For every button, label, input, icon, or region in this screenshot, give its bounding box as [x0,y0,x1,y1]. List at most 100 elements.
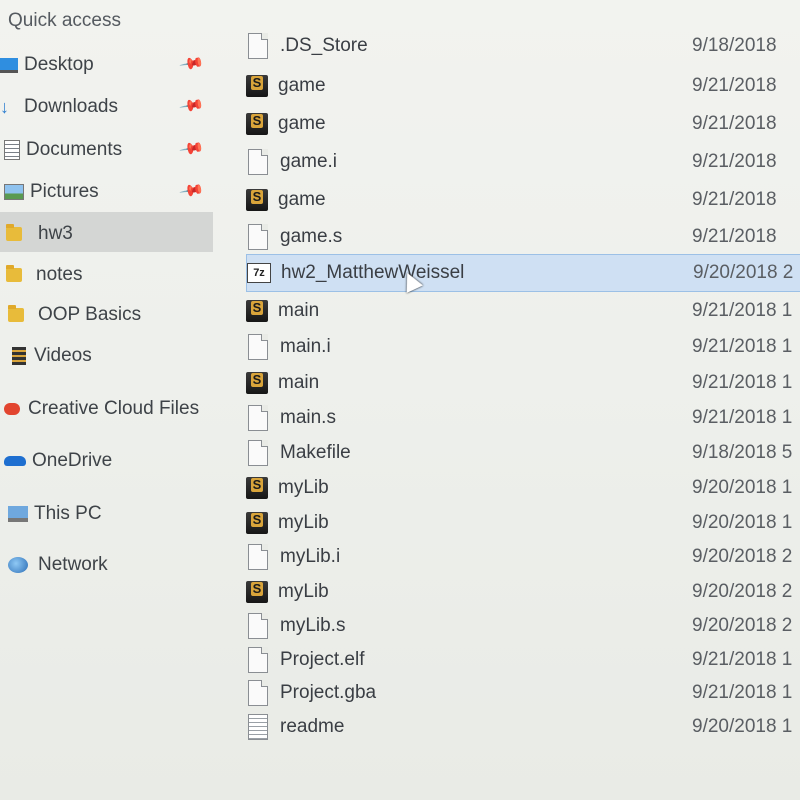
file-name: game [278,189,326,210]
pin-icon[interactable]: 📌 [178,50,206,78]
nav-item-notes[interactable]: notes [6,264,82,286]
nav-item-this-pc[interactable]: This PC [8,503,102,525]
documents-icon [4,140,20,160]
file-date: 9/20/2018 2 [692,546,793,567]
file-date: 9/21/2018 1 [692,682,793,703]
nav-item-label: Downloads [24,96,118,117]
nav-item-label: OneDrive [32,450,113,471]
file-icon [248,334,268,360]
file-date: 9/21/2018 1 [692,300,793,321]
file-icon [248,224,268,250]
file-row[interactable]: game 9/21/2018 [246,69,800,103]
computer-icon [8,506,28,522]
file-name: game.i [280,151,338,172]
file-date: 9/21/2018 1 [692,372,793,393]
file-date: 9/21/2018 [692,189,777,210]
nav-item-label: Pictures [30,181,99,202]
nav-item-label: Creative Cloud Files [28,398,200,419]
nav-item-onedrive[interactable]: OneDrive [4,450,112,472]
file-row[interactable]: readme 9/20/2018 1 [246,710,800,744]
source-file-icon [246,75,268,97]
nav-item-label: Documents [26,139,123,160]
file-icon [248,33,268,59]
file-date: 9/21/2018 1 [692,407,793,428]
file-date: 9/18/2018 5 [692,442,793,463]
file-row[interactable]: game 9/21/2018 [246,107,800,141]
nav-item-documents[interactable]: Documents [4,139,122,161]
pictures-icon [4,184,24,200]
quick-access-label: Quick access [8,10,121,31]
nav-item-desktop[interactable]: Desktop [0,54,94,76]
file-row[interactable]: myLib 9/20/2018 1 [246,506,800,540]
nav-item-label: notes [36,264,83,285]
onedrive-icon [4,456,26,466]
file-row[interactable]: main 9/21/2018 1 [246,366,800,400]
source-file-icon [246,512,268,534]
pin-icon[interactable]: 📌 [178,177,206,205]
archive-icon: 7z [247,263,271,283]
file-row[interactable]: game.i 9/21/2018 [246,145,800,179]
file-icon [248,680,268,706]
file-name: Project.gba [280,682,377,703]
file-name: Makefile [280,442,351,463]
file-date: 9/18/2018 [692,35,777,56]
nav-item-downloads[interactable]: ↓ Downloads [0,96,118,118]
nav-item-hw3[interactable]: hw3 [6,223,73,245]
nav-item-pictures[interactable]: Pictures [4,181,99,203]
nav-item-creative-cloud[interactable]: Creative Cloud Files [4,398,199,420]
nav-item-videos[interactable]: Videos [12,345,92,367]
file-row[interactable]: myLib.s 9/20/2018 2 [246,609,800,643]
quick-access-header[interactable]: Quick access [8,10,121,32]
nav-item-oop-basics[interactable]: OOP Basics [8,304,141,326]
nav-item-label: Network [38,554,108,575]
file-row[interactable]: main.i 9/21/2018 1 [246,330,800,364]
creative-cloud-icon [4,403,20,415]
source-file-icon [246,300,268,322]
desktop-icon [0,57,18,73]
file-date: 9/20/2018 2 [692,581,793,602]
file-name: main [278,372,320,393]
file-row[interactable]: main 9/21/2018 1 [246,294,800,328]
file-date: 9/21/2018 [692,151,777,172]
nav-item-label: Videos [34,345,92,366]
text-file-icon [248,714,268,740]
file-row[interactable]: myLib.i 9/20/2018 2 [246,540,800,574]
source-file-icon [246,189,268,211]
pin-icon[interactable]: 📌 [178,92,206,120]
file-icon [248,149,268,175]
file-row[interactable]: myLib 9/20/2018 2 [246,575,800,609]
file-row[interactable]: .DS_Store 9/18/2018 [246,29,800,63]
pin-icon[interactable]: 📌 [178,135,206,163]
file-name: myLib [278,581,329,602]
file-row[interactable]: myLib 9/20/2018 1 [246,471,800,505]
nav-item-label: This PC [34,503,102,524]
file-icon [248,440,268,466]
file-date: 9/21/2018 1 [692,336,793,357]
file-date: 9/20/2018 1 [692,512,793,533]
source-file-icon [246,477,268,499]
file-icon [248,405,268,431]
file-row[interactable]: Project.elf 9/21/2018 1 [246,643,800,677]
file-row[interactable]: main.s 9/21/2018 1 [246,401,800,435]
folder-icon [6,224,22,241]
file-row[interactable]: game.s 9/21/2018 [246,220,800,254]
file-row-selected[interactable]: 7z hw2_MatthewWeissel 9/20/2018 2 [246,254,800,292]
file-name: myLib.i [280,546,341,567]
downloads-icon: ↓ [0,96,9,117]
folder-icon [8,305,24,322]
nav-item-network[interactable]: Network [8,554,108,576]
file-name: main.i [280,336,331,357]
file-name: game [278,75,326,96]
file-name: readme [280,716,345,737]
file-date: 9/20/2018 1 [692,477,793,498]
source-file-icon [246,372,268,394]
nav-item-label: OOP Basics [38,304,142,325]
file-date: 9/21/2018 [692,226,777,247]
network-icon [8,557,28,573]
file-row[interactable]: Makefile 9/18/2018 5 [246,436,800,470]
file-row[interactable]: game 9/21/2018 [246,183,800,217]
file-date: 9/20/2018 1 [692,716,793,737]
file-name: myLib [278,477,329,498]
file-icon [248,613,268,639]
file-row[interactable]: Project.gba 9/21/2018 1 [246,676,800,710]
